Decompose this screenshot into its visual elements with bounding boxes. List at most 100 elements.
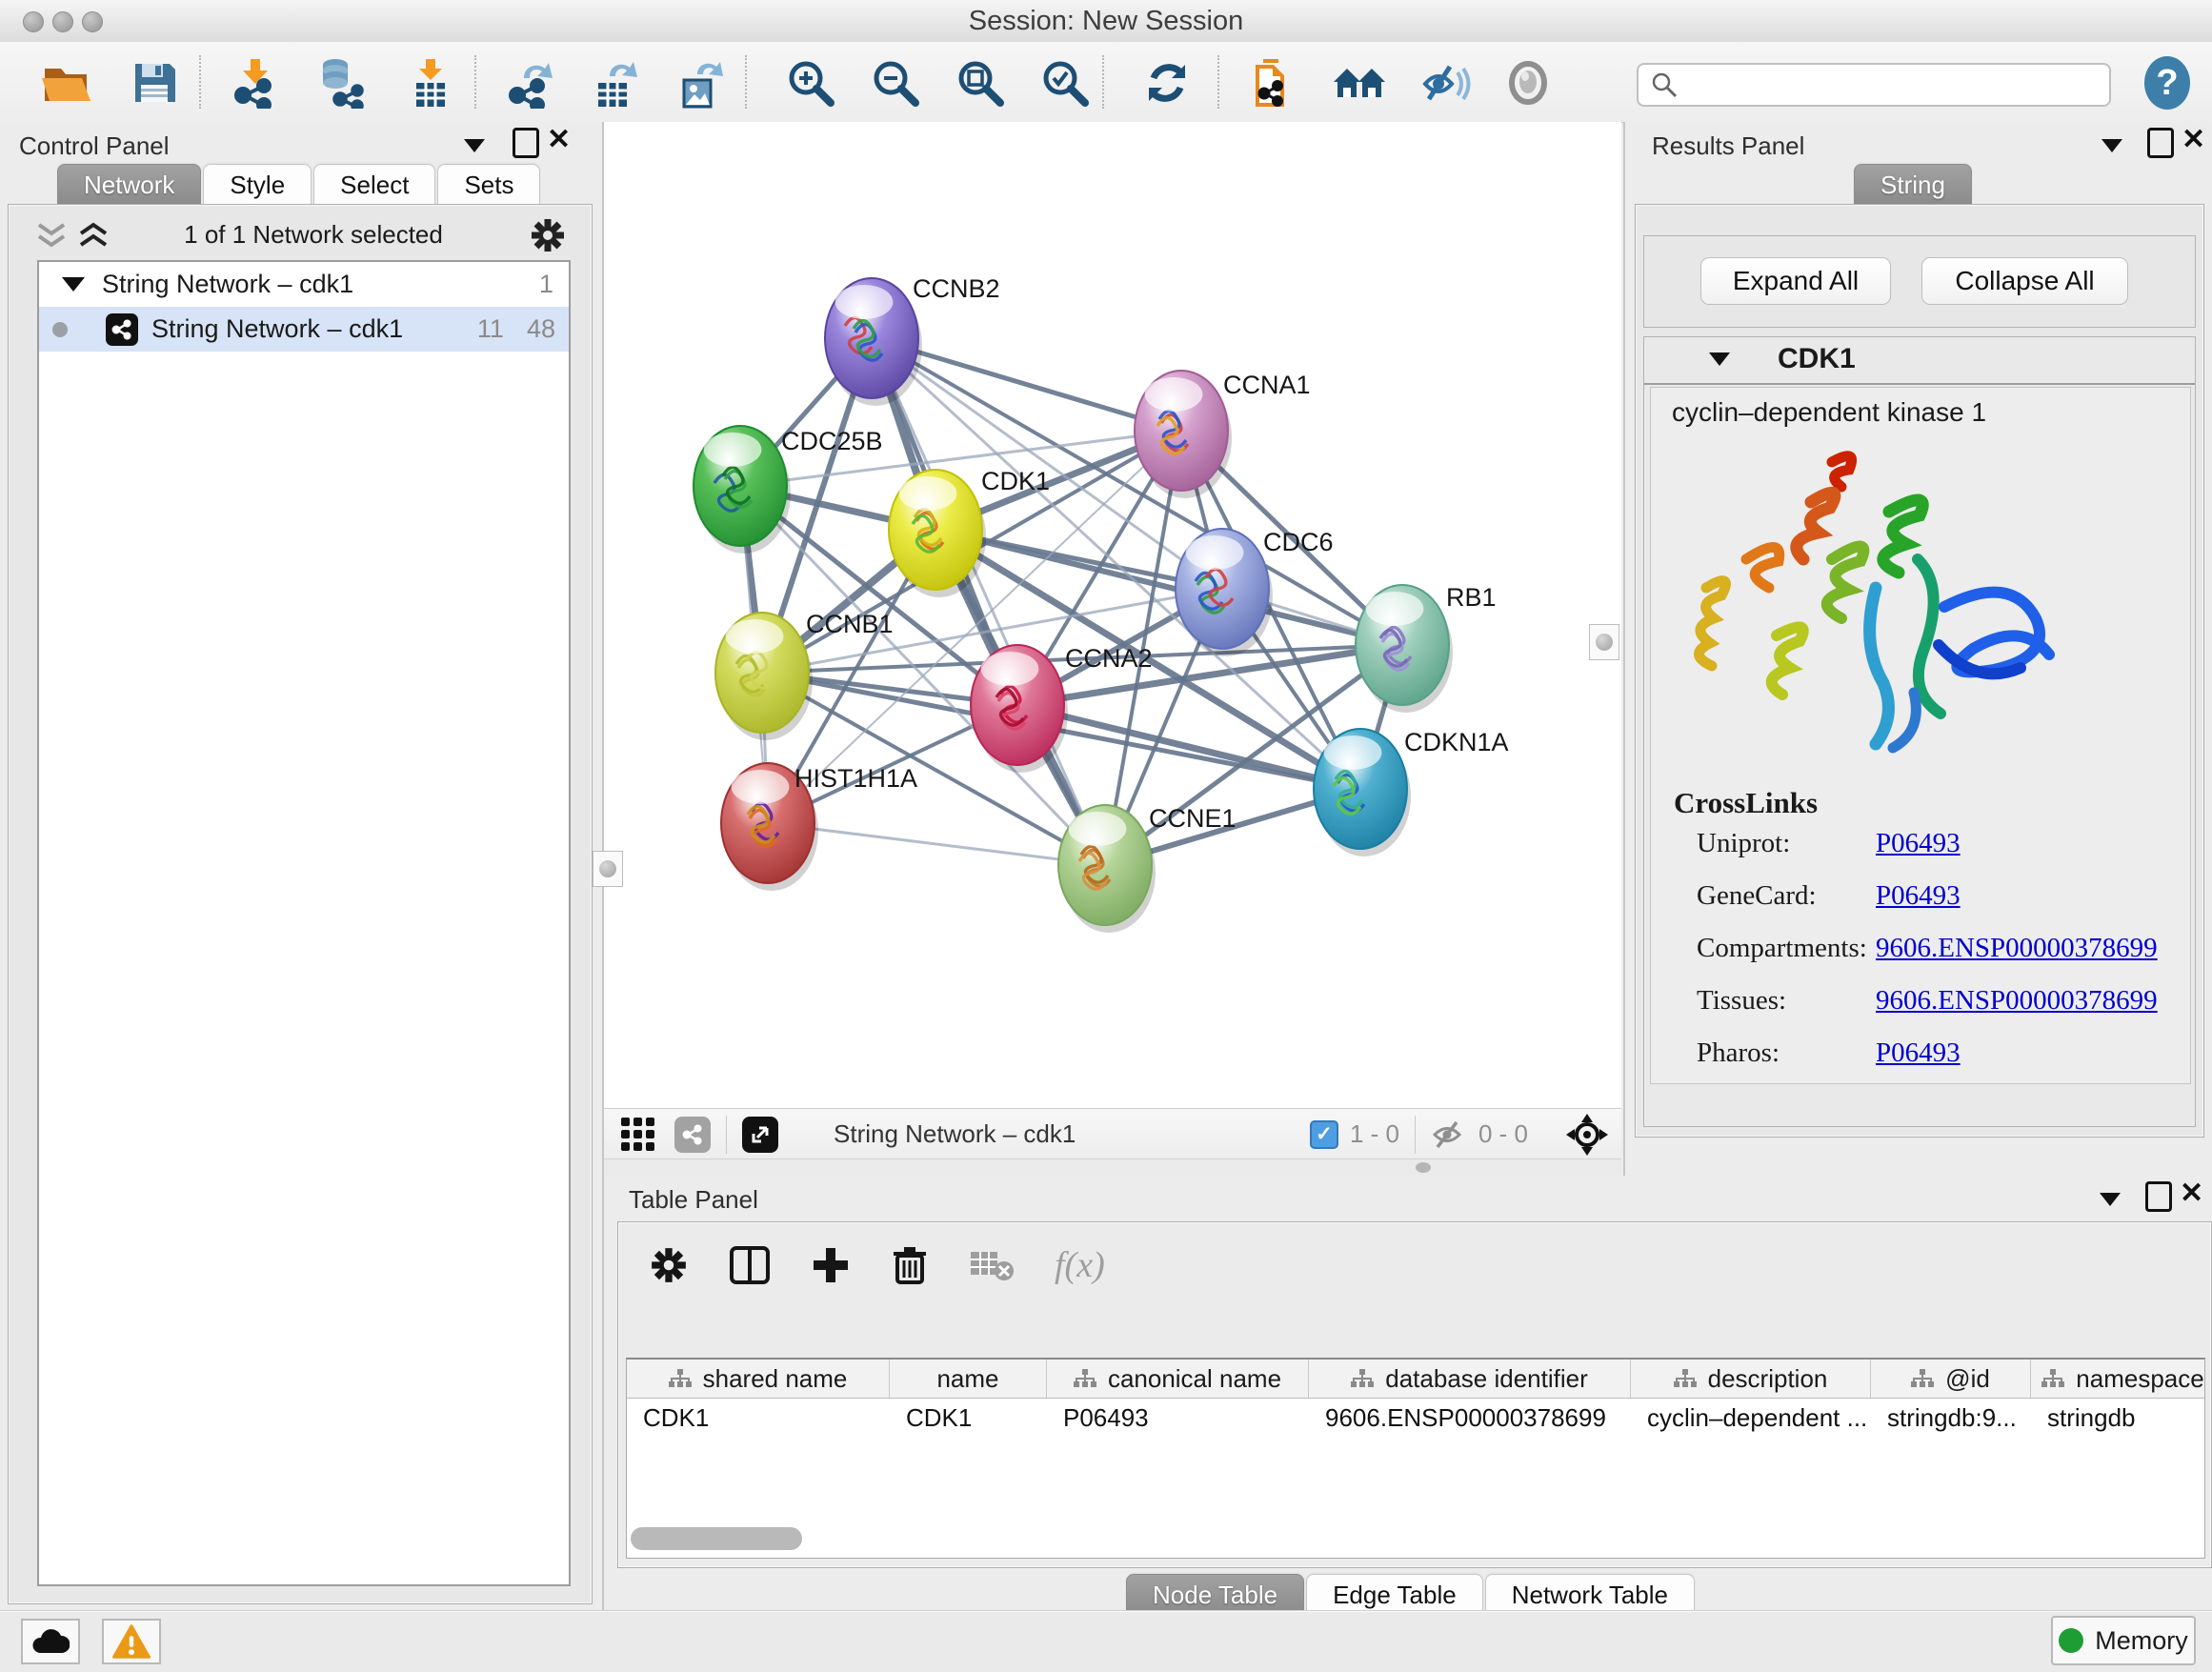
network-node-CCNB1[interactable]: CCNB1 bbox=[715, 610, 894, 740]
crosslink-link[interactable]: P06493 bbox=[1876, 1037, 1961, 1069]
network-node-CCNE1[interactable]: CCNE1 bbox=[1058, 804, 1237, 933]
export-network-icon bbox=[505, 57, 556, 109]
network-row[interactable]: String Network – cdk1 11 48 bbox=[39, 307, 569, 352]
collapse-all-icon[interactable] bbox=[35, 222, 68, 251]
split-columns-icon[interactable] bbox=[729, 1245, 771, 1285]
right-splitter-handle[interactable] bbox=[1589, 624, 1619, 660]
tree-expand-icon[interactable] bbox=[62, 277, 85, 292]
column-header-namespace[interactable]: namespace bbox=[2031, 1360, 2205, 1398]
protein-header[interactable]: CDK1 bbox=[1644, 337, 2195, 385]
tab-network[interactable]: Network bbox=[57, 164, 201, 205]
tab-sets[interactable]: Sets bbox=[437, 164, 540, 205]
crosslink-link[interactable]: 9606.ENSP00000378699 bbox=[1876, 985, 2158, 1017]
network-node-CCNA1[interactable]: CCNA1 bbox=[1135, 371, 1311, 498]
share-view-icon[interactable] bbox=[674, 1117, 711, 1153]
column-header-shared-name[interactable]: shared name bbox=[627, 1360, 890, 1398]
table-cell[interactable]: stringdb:9... bbox=[1871, 1399, 2031, 1437]
zoom-fit-button[interactable] bbox=[953, 55, 1008, 111]
tab-select[interactable]: Select bbox=[313, 164, 435, 205]
column-header-database-identifier[interactable]: database identifier bbox=[1309, 1360, 1631, 1398]
memory-button[interactable]: Memory bbox=[2051, 1616, 2196, 1665]
add-column-icon[interactable] bbox=[811, 1245, 851, 1285]
column-header-@id[interactable]: @id bbox=[1871, 1360, 2031, 1398]
network-collection-row[interactable]: String Network – cdk1 1 bbox=[39, 262, 569, 307]
string-import-button[interactable] bbox=[1246, 55, 1301, 111]
crosslink-label: Compartments: bbox=[1697, 933, 1876, 964]
network-node-CDKN1A[interactable]: CDKN1A bbox=[1314, 728, 1509, 856]
export-image-button[interactable] bbox=[673, 55, 728, 111]
tab-style[interactable]: Style bbox=[203, 164, 312, 205]
delete-trash-icon[interactable] bbox=[891, 1244, 929, 1286]
export-table-button[interactable] bbox=[587, 55, 642, 111]
network-graph[interactable]: CCNB2CCNA1CDC25BCDK1CDC6RB1CCNB1CCNA2CDK… bbox=[604, 122, 1621, 1108]
grid-view-icon[interactable] bbox=[619, 1116, 657, 1154]
selected-nodes-checkbox-icon[interactable]: ✓ bbox=[1310, 1120, 1338, 1149]
panel-close-icon[interactable]: ✕ bbox=[547, 128, 571, 152]
panel-float-icon[interactable] bbox=[513, 128, 539, 158]
node-label: CDC25B bbox=[781, 427, 883, 455]
detach-view-icon[interactable] bbox=[742, 1117, 778, 1153]
help-button[interactable]: ? bbox=[2140, 55, 2195, 111]
show-hide-panels-button[interactable] bbox=[1418, 55, 1473, 111]
network-edge[interactable] bbox=[768, 823, 1105, 865]
zoom-in-button[interactable] bbox=[783, 55, 838, 111]
save-session-button[interactable] bbox=[127, 55, 182, 111]
column-header-name[interactable]: name bbox=[890, 1360, 1047, 1398]
table-cell[interactable]: CDK1 bbox=[890, 1399, 1047, 1437]
column-tree-icon bbox=[669, 1369, 692, 1389]
network-options-gear-icon[interactable] bbox=[529, 216, 567, 254]
expand-all-button[interactable]: Expand All bbox=[1700, 257, 1891, 305]
expand-all-icon[interactable] bbox=[77, 222, 110, 251]
table-cell[interactable]: CDK1 bbox=[627, 1399, 890, 1437]
table-gear-icon[interactable] bbox=[649, 1245, 689, 1285]
network-node-HIST1H1A[interactable]: HIST1H1A bbox=[721, 763, 917, 891]
import-database-button[interactable] bbox=[314, 55, 370, 111]
network-canvas[interactable]: CCNB2CCNA1CDC25BCDK1CDC6RB1CCNB1CCNA2CDK… bbox=[604, 122, 1621, 1108]
table-cell[interactable]: cyclin–dependent ... bbox=[1631, 1399, 1871, 1437]
panel-close-icon[interactable]: ✕ bbox=[2182, 128, 2205, 152]
panel-collapse-icon[interactable] bbox=[2101, 139, 2122, 152]
eye-button[interactable] bbox=[1500, 55, 1556, 111]
panel-collapse-icon[interactable] bbox=[2100, 1193, 2121, 1206]
crosslink-row: Compartments:9606.ENSP00000378699 bbox=[1697, 933, 2173, 964]
table-row[interactable]: CDK1CDK1P064939606.ENSP00000378699cyclin… bbox=[627, 1399, 2204, 1438]
horizontal-splitter[interactable] bbox=[604, 1158, 1621, 1178]
panel-collapse-icon[interactable] bbox=[464, 139, 485, 152]
search-input[interactable] bbox=[1679, 71, 2082, 100]
import-table-button[interactable] bbox=[403, 55, 458, 111]
column-header-description[interactable]: description bbox=[1631, 1360, 1871, 1398]
search-field[interactable] bbox=[1637, 63, 2111, 107]
table-cell[interactable]: 9606.ENSP00000378699 bbox=[1309, 1399, 1631, 1437]
collapse-all-button[interactable]: Collapse All bbox=[1921, 257, 2128, 305]
crosslink-link[interactable]: P06493 bbox=[1876, 880, 1961, 912]
crosslink-link[interactable]: 9606.ENSP00000378699 bbox=[1876, 933, 2158, 964]
column-header-canonical-name[interactable]: canonical name bbox=[1047, 1360, 1309, 1398]
section-collapse-icon[interactable] bbox=[1709, 353, 1730, 366]
zoom-out-button[interactable] bbox=[868, 55, 923, 111]
warnings-button[interactable] bbox=[102, 1619, 161, 1664]
hidden-eye-icon[interactable] bbox=[1431, 1118, 1467, 1151]
network-node-CCNB2[interactable]: CCNB2 bbox=[825, 274, 1000, 406]
tab-string[interactable]: String bbox=[1854, 164, 1972, 205]
export-network-button[interactable] bbox=[503, 55, 558, 111]
network-node-RB1[interactable]: RB1 bbox=[1356, 583, 1497, 713]
import-network-button[interactable] bbox=[228, 55, 283, 111]
home-button[interactable] bbox=[1332, 55, 1387, 111]
horizontal-scrollbar-thumb[interactable] bbox=[631, 1527, 802, 1550]
panel-float-icon[interactable] bbox=[2147, 128, 2174, 158]
left-splitter-handle[interactable] bbox=[593, 851, 623, 887]
tab-network-table[interactable]: Network Table bbox=[1485, 1574, 1695, 1615]
zoom-selected-button[interactable] bbox=[1037, 55, 1093, 111]
column-tree-icon bbox=[2041, 1369, 2064, 1389]
panel-close-icon[interactable]: ✕ bbox=[2180, 1181, 2203, 1206]
crosslink-link[interactable]: P06493 bbox=[1876, 828, 1961, 859]
open-session-button[interactable] bbox=[38, 55, 93, 111]
table-cell[interactable]: stringdb bbox=[2031, 1399, 2205, 1437]
birdseye-crosshair-icon[interactable] bbox=[1566, 1114, 1608, 1156]
tab-edge-table[interactable]: Edge Table bbox=[1306, 1574, 1483, 1615]
panel-float-icon[interactable] bbox=[2145, 1181, 2172, 1212]
refresh-button[interactable] bbox=[1139, 55, 1195, 111]
cloud-button[interactable] bbox=[21, 1619, 80, 1664]
tab-node-table[interactable]: Node Table bbox=[1126, 1574, 1304, 1615]
table-cell[interactable]: P06493 bbox=[1047, 1399, 1309, 1437]
